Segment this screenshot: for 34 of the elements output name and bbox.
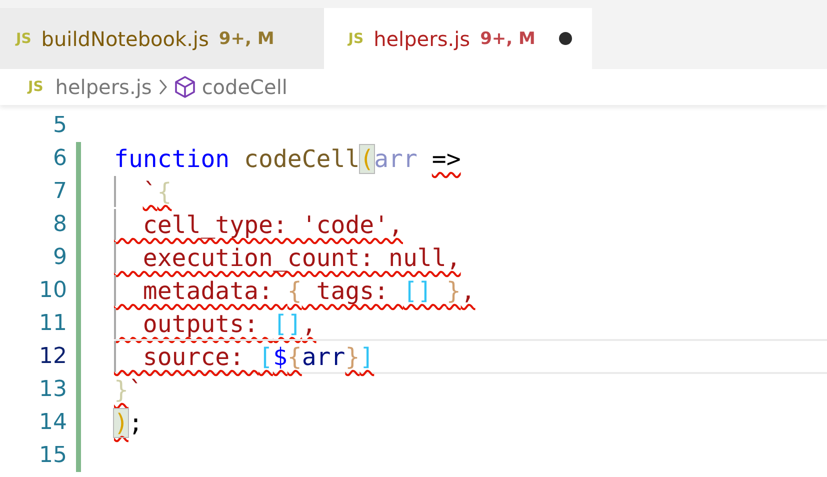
tab-label: buildNotebook.js	[41, 26, 209, 50]
editor-tab[interactable]: JS buildNotebook.js 9+, M	[0, 8, 324, 69]
line-number: 12	[38, 344, 67, 369]
editor-tab[interactable]: JS helpers.js 9+, M	[324, 8, 592, 69]
tab-label: helpers.js	[374, 26, 470, 50]
chevron-right-icon	[158, 78, 168, 96]
code-line: outputs: [],	[114, 306, 827, 341]
line-number: 11	[38, 311, 67, 336]
javascript-file-icon: JS	[16, 30, 32, 46]
line-number: 13	[38, 377, 67, 402]
line-number: 15	[38, 443, 67, 468]
line-number: 8	[52, 212, 67, 237]
code-line: `{	[114, 174, 827, 209]
line-number: 9	[52, 245, 67, 270]
unsaved-dot-icon	[559, 32, 572, 45]
code-line: function codeCell(arr =>	[114, 144, 462, 174]
line-number: 10	[38, 278, 67, 303]
code-line: cell_type: 'code',	[114, 207, 827, 242]
code-line: execution_count: null,	[114, 240, 827, 275]
line-number: 7	[52, 179, 67, 204]
breadcrumb-item[interactable]: helpers.js	[55, 75, 152, 99]
javascript-file-icon: JS	[348, 30, 364, 46]
code-line: metadata: { tags: [] },	[114, 273, 827, 308]
cube-icon	[174, 75, 196, 99]
line-number: 14	[38, 410, 67, 435]
line-number: 6	[52, 146, 67, 171]
code-line: );	[114, 408, 144, 438]
code-line: }`	[114, 374, 144, 406]
javascript-file-icon: JS	[28, 79, 44, 95]
code-line: source: [${arr}]	[114, 339, 827, 374]
problem-count-label: 9+, M	[480, 28, 536, 48]
line-number: 5	[52, 113, 67, 138]
breadcrumb-item[interactable]: codeCell	[202, 75, 288, 99]
problem-count-label: 9+, M	[218, 28, 274, 48]
